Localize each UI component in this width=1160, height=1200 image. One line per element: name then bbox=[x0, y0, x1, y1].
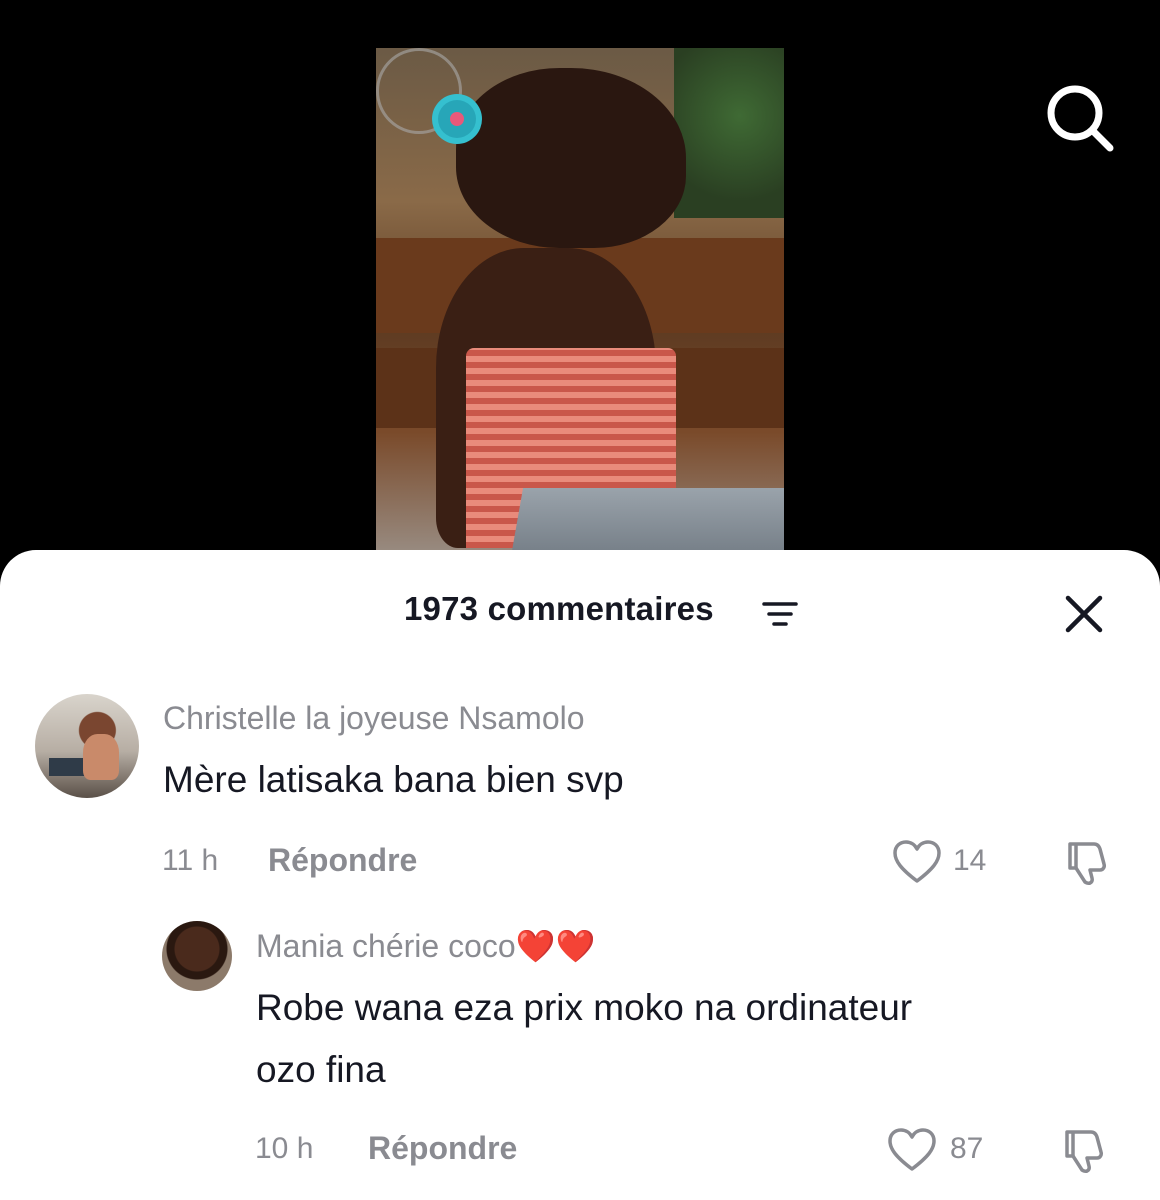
thumbs-down-icon[interactable] bbox=[1064, 838, 1114, 886]
comments-sheet: 1973 commentaires Christelle la joyeuse … bbox=[0, 550, 1160, 1200]
comment-author[interactable]: Mania chérie coco❤️❤️ bbox=[256, 927, 595, 965]
heart-icon[interactable] bbox=[891, 839, 943, 885]
like-count: 14 bbox=[953, 844, 987, 877]
comment-author[interactable]: Christelle la joyeuse Nsamolo bbox=[163, 700, 585, 737]
search-button[interactable] bbox=[1040, 78, 1120, 158]
reply-button[interactable]: Répondre bbox=[268, 842, 417, 879]
avatar[interactable] bbox=[35, 694, 139, 798]
comment-item: Christelle la joyeuse Nsamolo Mère latis… bbox=[0, 550, 1160, 890]
comment-time: 10 h bbox=[255, 1132, 314, 1165]
comment-text: Mère latisaka bana bien svp bbox=[163, 759, 624, 800]
comment-text-line2: ozo fina bbox=[256, 1049, 386, 1090]
video-thumbnail[interactable] bbox=[376, 48, 784, 560]
heart-emojis: ❤️❤️ bbox=[515, 928, 596, 964]
reply-button[interactable]: Répondre bbox=[368, 1130, 517, 1167]
comment-author-name: Mania chérie coco bbox=[256, 928, 516, 964]
comment-time: 11 h bbox=[162, 844, 219, 877]
comment-reply-item: Mania chérie coco❤️❤️ Robe wana eza prix… bbox=[0, 890, 1160, 1200]
video-area bbox=[0, 0, 1160, 560]
search-icon bbox=[1047, 85, 1114, 152]
avatar[interactable] bbox=[162, 921, 232, 991]
comment-text: Robe wana eza prix moko na ordinateur bbox=[256, 987, 913, 1028]
like-count: 87 bbox=[950, 1132, 984, 1165]
heart-icon[interactable] bbox=[886, 1127, 938, 1173]
thumbs-down-icon[interactable] bbox=[1061, 1126, 1111, 1174]
